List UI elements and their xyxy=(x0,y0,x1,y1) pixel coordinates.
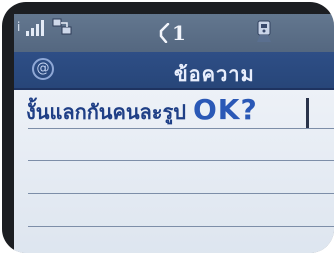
message-text-ok: OK? xyxy=(192,93,258,126)
phone-icon xyxy=(257,20,271,42)
message-text[interactable]: งั้นแลกกันคนละรูป OK? xyxy=(26,93,258,128)
status-bar: i 1 xyxy=(14,14,334,52)
line-1-icon xyxy=(159,23,170,43)
page-title: ข้อความ xyxy=(174,62,255,86)
text-cursor xyxy=(306,98,309,128)
phone-screen: i 1 @ ข้อความ งั้นแลกกันคนละรูป OK? xyxy=(14,14,334,253)
network-icon xyxy=(52,18,72,35)
title-bar: @ ข้อความ xyxy=(14,52,334,90)
rule-line xyxy=(28,128,334,129)
battery-icon xyxy=(333,26,334,42)
at-icon: @ xyxy=(32,58,54,80)
phone-screen-frame: i 1 @ ข้อความ งั้นแลกกันคนละรูป OK? xyxy=(2,2,334,253)
signal-label: i xyxy=(17,20,21,34)
line-indicator: 1 xyxy=(172,21,186,45)
message-editor[interactable]: งั้นแลกกันคนละรูป OK? xyxy=(14,90,334,253)
rule-line xyxy=(28,226,334,227)
rule-line xyxy=(28,193,334,194)
rule-line xyxy=(28,160,334,161)
signal-bars-icon xyxy=(26,20,44,36)
message-text-thai: งั้นแลกกันคนละรูป xyxy=(26,100,193,124)
